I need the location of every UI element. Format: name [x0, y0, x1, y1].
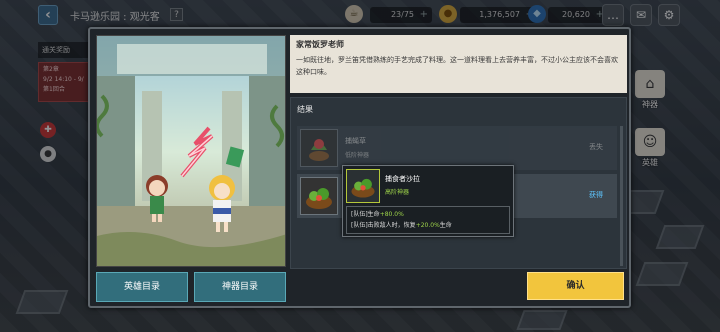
effect-2-value: +20.0% [415, 222, 440, 229]
salad-relic-icon [300, 177, 338, 215]
tooltip-relic-grade: 高阶神器 [385, 189, 410, 196]
relic-tooltip: 捕食者沙拉 高阶神器 [队伍]生命+80.0% [队伍]击败敌人时，恢复+20.… [342, 165, 514, 237]
story-illustration [96, 35, 286, 267]
result-item-name: 捕蝇草 [345, 137, 366, 145]
relic-list-button[interactable]: 神器目录 [194, 272, 286, 302]
story-box: 家常饭罗老师 一如既往地，罗兰笛凭借熟练的手艺完成了料理。这一道料理看上去营养丰… [290, 35, 627, 93]
effect-2-text: [队伍]击败敌人时，恢复 [351, 222, 416, 229]
confirm-button[interactable]: 确认 [527, 272, 624, 300]
result-scrollbar[interactable] [620, 126, 623, 266]
tooltip-effects: [队伍]生命+80.0% [队伍]击败敌人时，恢复+20.0%生命 [346, 206, 510, 234]
tooltip-effect-1: [队伍]生命+80.0% [351, 209, 505, 220]
tooltip-relic-name: 捕食者沙拉 [385, 175, 420, 183]
story-illustration-art [97, 36, 285, 266]
story-text: 一如既往地，罗兰笛凭借熟练的手艺完成了料理。这一道料理看上去营养丰富，不过小公主… [296, 56, 618, 76]
result-label: 结果 [297, 105, 313, 114]
effect-2-suffix: 生命 [439, 222, 452, 229]
result-item-state: 丢失 [589, 143, 603, 151]
effect-1-text: [队伍]生命 [351, 211, 380, 218]
hero-list-button[interactable]: 英雄目录 [96, 272, 188, 302]
effect-1-value: +80.0% [379, 211, 404, 218]
tooltip-effect-2: [队伍]击败敌人时，恢复+20.0%生命 [351, 220, 505, 231]
story-title: 家常饭罗老师 [296, 40, 344, 49]
salad-relic-icon [346, 169, 380, 203]
result-item-state: 获得 [589, 191, 603, 199]
flytrap-relic-icon [300, 129, 338, 167]
result-row-lost[interactable]: 捕蝇草 低阶神器 丢失 [297, 126, 617, 170]
result-item-grade: 低阶神器 [345, 152, 370, 159]
